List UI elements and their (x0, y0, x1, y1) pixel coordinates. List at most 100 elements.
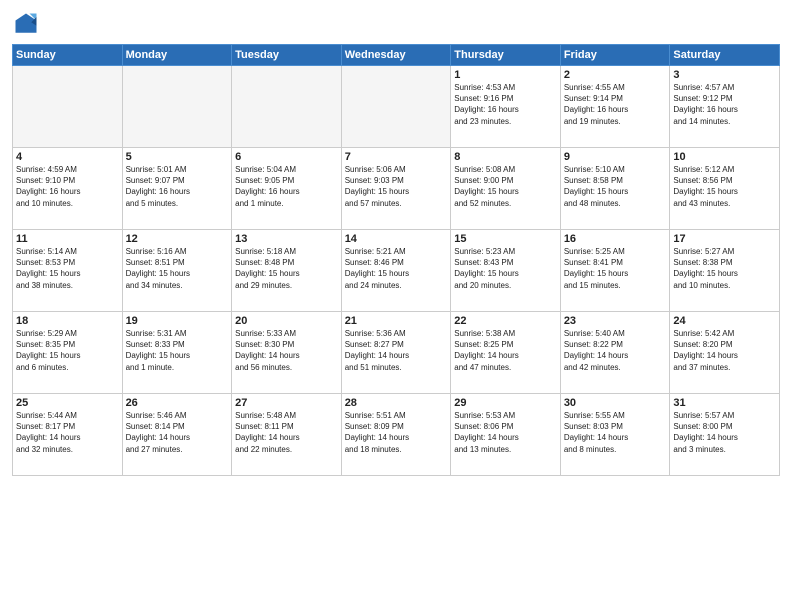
weekday-sunday: Sunday (13, 45, 123, 66)
day-info: Sunrise: 5:25 AM Sunset: 8:41 PM Dayligh… (564, 246, 667, 291)
day-number: 8 (454, 151, 557, 163)
day-cell: 20Sunrise: 5:33 AM Sunset: 8:30 PM Dayli… (232, 312, 342, 394)
weekday-thursday: Thursday (451, 45, 561, 66)
day-number: 9 (564, 151, 667, 163)
day-info: Sunrise: 4:57 AM Sunset: 9:12 PM Dayligh… (673, 82, 776, 127)
day-number: 12 (126, 233, 229, 245)
day-cell: 6Sunrise: 5:04 AM Sunset: 9:05 PM Daylig… (232, 148, 342, 230)
day-info: Sunrise: 5:18 AM Sunset: 8:48 PM Dayligh… (235, 246, 338, 291)
day-number: 22 (454, 315, 557, 327)
day-info: Sunrise: 5:16 AM Sunset: 8:51 PM Dayligh… (126, 246, 229, 291)
day-info: Sunrise: 4:53 AM Sunset: 9:16 PM Dayligh… (454, 82, 557, 127)
day-number: 16 (564, 233, 667, 245)
day-info: Sunrise: 5:29 AM Sunset: 8:35 PM Dayligh… (16, 328, 119, 373)
day-cell: 25Sunrise: 5:44 AM Sunset: 8:17 PM Dayli… (13, 394, 123, 476)
logo (12, 10, 44, 38)
day-cell (232, 66, 342, 148)
weekday-friday: Friday (560, 45, 670, 66)
day-cell: 9Sunrise: 5:10 AM Sunset: 8:58 PM Daylig… (560, 148, 670, 230)
day-number: 31 (673, 397, 776, 409)
day-info: Sunrise: 4:59 AM Sunset: 9:10 PM Dayligh… (16, 164, 119, 209)
day-cell: 13Sunrise: 5:18 AM Sunset: 8:48 PM Dayli… (232, 230, 342, 312)
day-info: Sunrise: 5:40 AM Sunset: 8:22 PM Dayligh… (564, 328, 667, 373)
day-number: 23 (564, 315, 667, 327)
day-cell: 19Sunrise: 5:31 AM Sunset: 8:33 PM Dayli… (122, 312, 232, 394)
calendar-table: SundayMondayTuesdayWednesdayThursdayFrid… (12, 44, 780, 476)
day-number: 2 (564, 69, 667, 81)
day-cell: 18Sunrise: 5:29 AM Sunset: 8:35 PM Dayli… (13, 312, 123, 394)
day-number: 5 (126, 151, 229, 163)
day-cell: 27Sunrise: 5:48 AM Sunset: 8:11 PM Dayli… (232, 394, 342, 476)
day-cell: 21Sunrise: 5:36 AM Sunset: 8:27 PM Dayli… (341, 312, 451, 394)
day-number: 24 (673, 315, 776, 327)
day-info: Sunrise: 5:06 AM Sunset: 9:03 PM Dayligh… (345, 164, 448, 209)
day-info: Sunrise: 5:01 AM Sunset: 9:07 PM Dayligh… (126, 164, 229, 209)
header (12, 10, 780, 38)
day-cell: 28Sunrise: 5:51 AM Sunset: 8:09 PM Dayli… (341, 394, 451, 476)
day-number: 11 (16, 233, 119, 245)
day-cell: 16Sunrise: 5:25 AM Sunset: 8:41 PM Dayli… (560, 230, 670, 312)
day-info: Sunrise: 5:21 AM Sunset: 8:46 PM Dayligh… (345, 246, 448, 291)
day-cell (341, 66, 451, 148)
day-cell: 2Sunrise: 4:55 AM Sunset: 9:14 PM Daylig… (560, 66, 670, 148)
day-cell: 14Sunrise: 5:21 AM Sunset: 8:46 PM Dayli… (341, 230, 451, 312)
day-info: Sunrise: 5:48 AM Sunset: 8:11 PM Dayligh… (235, 410, 338, 455)
day-number: 3 (673, 69, 776, 81)
day-cell: 1Sunrise: 4:53 AM Sunset: 9:16 PM Daylig… (451, 66, 561, 148)
day-number: 15 (454, 233, 557, 245)
day-cell: 4Sunrise: 4:59 AM Sunset: 9:10 PM Daylig… (13, 148, 123, 230)
day-number: 27 (235, 397, 338, 409)
day-info: Sunrise: 5:23 AM Sunset: 8:43 PM Dayligh… (454, 246, 557, 291)
day-number: 21 (345, 315, 448, 327)
day-cell: 5Sunrise: 5:01 AM Sunset: 9:07 PM Daylig… (122, 148, 232, 230)
day-number: 1 (454, 69, 557, 81)
day-info: Sunrise: 5:38 AM Sunset: 8:25 PM Dayligh… (454, 328, 557, 373)
day-info: Sunrise: 5:12 AM Sunset: 8:56 PM Dayligh… (673, 164, 776, 209)
logo-icon (12, 10, 40, 38)
day-cell (122, 66, 232, 148)
day-info: Sunrise: 5:33 AM Sunset: 8:30 PM Dayligh… (235, 328, 338, 373)
day-cell: 15Sunrise: 5:23 AM Sunset: 8:43 PM Dayli… (451, 230, 561, 312)
day-info: Sunrise: 5:51 AM Sunset: 8:09 PM Dayligh… (345, 410, 448, 455)
day-number: 28 (345, 397, 448, 409)
day-cell: 3Sunrise: 4:57 AM Sunset: 9:12 PM Daylig… (670, 66, 780, 148)
day-number: 18 (16, 315, 119, 327)
day-info: Sunrise: 5:46 AM Sunset: 8:14 PM Dayligh… (126, 410, 229, 455)
day-info: Sunrise: 5:14 AM Sunset: 8:53 PM Dayligh… (16, 246, 119, 291)
week-row-4: 18Sunrise: 5:29 AM Sunset: 8:35 PM Dayli… (13, 312, 780, 394)
day-number: 6 (235, 151, 338, 163)
day-info: Sunrise: 5:36 AM Sunset: 8:27 PM Dayligh… (345, 328, 448, 373)
day-cell: 29Sunrise: 5:53 AM Sunset: 8:06 PM Dayli… (451, 394, 561, 476)
day-number: 20 (235, 315, 338, 327)
day-cell: 31Sunrise: 5:57 AM Sunset: 8:00 PM Dayli… (670, 394, 780, 476)
weekday-wednesday: Wednesday (341, 45, 451, 66)
day-cell: 30Sunrise: 5:55 AM Sunset: 8:03 PM Dayli… (560, 394, 670, 476)
day-number: 29 (454, 397, 557, 409)
weekday-monday: Monday (122, 45, 232, 66)
day-info: Sunrise: 5:04 AM Sunset: 9:05 PM Dayligh… (235, 164, 338, 209)
day-cell (13, 66, 123, 148)
day-info: Sunrise: 5:44 AM Sunset: 8:17 PM Dayligh… (16, 410, 119, 455)
day-number: 17 (673, 233, 776, 245)
day-number: 13 (235, 233, 338, 245)
day-number: 7 (345, 151, 448, 163)
day-cell: 10Sunrise: 5:12 AM Sunset: 8:56 PM Dayli… (670, 148, 780, 230)
day-cell: 12Sunrise: 5:16 AM Sunset: 8:51 PM Dayli… (122, 230, 232, 312)
weekday-header-row: SundayMondayTuesdayWednesdayThursdayFrid… (13, 45, 780, 66)
day-number: 30 (564, 397, 667, 409)
day-number: 10 (673, 151, 776, 163)
week-row-3: 11Sunrise: 5:14 AM Sunset: 8:53 PM Dayli… (13, 230, 780, 312)
day-number: 26 (126, 397, 229, 409)
day-info: Sunrise: 5:42 AM Sunset: 8:20 PM Dayligh… (673, 328, 776, 373)
weekday-tuesday: Tuesday (232, 45, 342, 66)
day-cell: 17Sunrise: 5:27 AM Sunset: 8:38 PM Dayli… (670, 230, 780, 312)
day-info: Sunrise: 4:55 AM Sunset: 9:14 PM Dayligh… (564, 82, 667, 127)
page: SundayMondayTuesdayWednesdayThursdayFrid… (0, 0, 792, 612)
day-number: 14 (345, 233, 448, 245)
day-info: Sunrise: 5:55 AM Sunset: 8:03 PM Dayligh… (564, 410, 667, 455)
day-cell: 26Sunrise: 5:46 AM Sunset: 8:14 PM Dayli… (122, 394, 232, 476)
day-cell: 24Sunrise: 5:42 AM Sunset: 8:20 PM Dayli… (670, 312, 780, 394)
day-cell: 22Sunrise: 5:38 AM Sunset: 8:25 PM Dayli… (451, 312, 561, 394)
weekday-saturday: Saturday (670, 45, 780, 66)
week-row-5: 25Sunrise: 5:44 AM Sunset: 8:17 PM Dayli… (13, 394, 780, 476)
